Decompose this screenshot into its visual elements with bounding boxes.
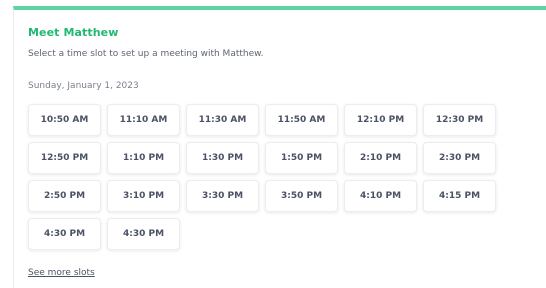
- time-slot-button[interactable]: 10:50 AM: [28, 104, 101, 136]
- time-slot-button[interactable]: 4:15 PM: [423, 180, 496, 212]
- time-slot-button[interactable]: 4:10 PM: [344, 180, 417, 212]
- card-subtitle: Select a time slot to set up a meeting w…: [28, 49, 264, 59]
- time-slot-button[interactable]: 1:50 PM: [265, 142, 338, 174]
- time-slot-button[interactable]: 1:30 PM: [186, 142, 259, 174]
- scheduler-card: Meet Matthew Select a time slot to set u…: [13, 6, 546, 288]
- time-slot-button[interactable]: 11:30 AM: [186, 104, 259, 136]
- time-slot-button[interactable]: 3:50 PM: [265, 180, 338, 212]
- time-slot-button[interactable]: 2:30 PM: [423, 142, 496, 174]
- date-label: Sunday, January 1, 2023: [28, 81, 139, 91]
- time-slot-button[interactable]: 2:50 PM: [28, 180, 101, 212]
- time-slot-button[interactable]: 12:10 PM: [344, 104, 417, 136]
- time-slot-button[interactable]: 12:30 PM: [423, 104, 496, 136]
- time-slot-button[interactable]: 12:50 PM: [28, 142, 101, 174]
- see-more-slots-link[interactable]: See more slots: [28, 268, 95, 278]
- time-slot-button[interactable]: 4:30 PM: [28, 218, 101, 250]
- time-slot-button[interactable]: 11:50 AM: [265, 104, 338, 136]
- time-slot-grid: 10:50 AM 11:10 AM 11:30 AM 11:50 AM 12:1…: [28, 104, 508, 250]
- time-slot-button[interactable]: 2:10 PM: [344, 142, 417, 174]
- time-slot-button[interactable]: 4:30 PM: [107, 218, 180, 250]
- time-slot-button[interactable]: 11:10 AM: [107, 104, 180, 136]
- card-title: Meet Matthew: [28, 26, 119, 39]
- time-slot-button[interactable]: 1:10 PM: [107, 142, 180, 174]
- time-slot-button[interactable]: 3:30 PM: [186, 180, 259, 212]
- time-slot-button[interactable]: 3:10 PM: [107, 180, 180, 212]
